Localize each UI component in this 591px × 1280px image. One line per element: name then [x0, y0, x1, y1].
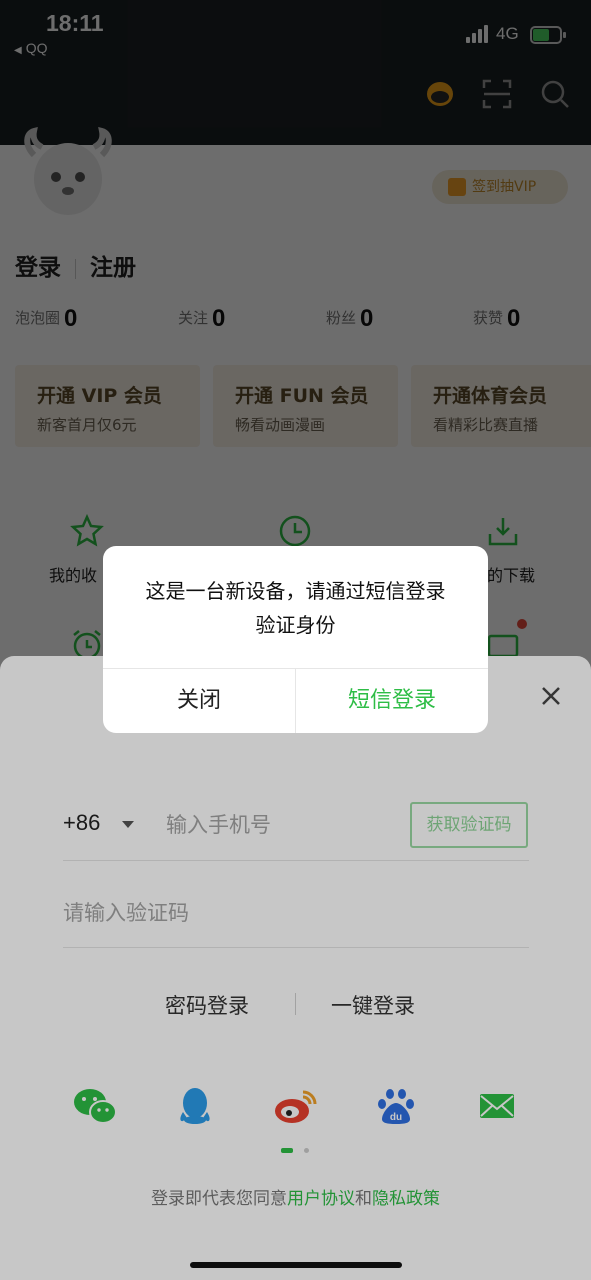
alert-message: 这是一台新设备，请通过短信登录 验证身份: [103, 574, 488, 642]
close-button[interactable]: 关闭: [103, 669, 295, 733]
sms-login-button[interactable]: 短信登录: [296, 669, 488, 733]
new-device-alert: 这是一台新设备，请通过短信登录 验证身份 关闭 短信登录: [103, 546, 488, 733]
alert-line-1: 这是一台新设备，请通过短信登录: [145, 579, 446, 603]
alert-line-2: 验证身份: [255, 613, 336, 637]
